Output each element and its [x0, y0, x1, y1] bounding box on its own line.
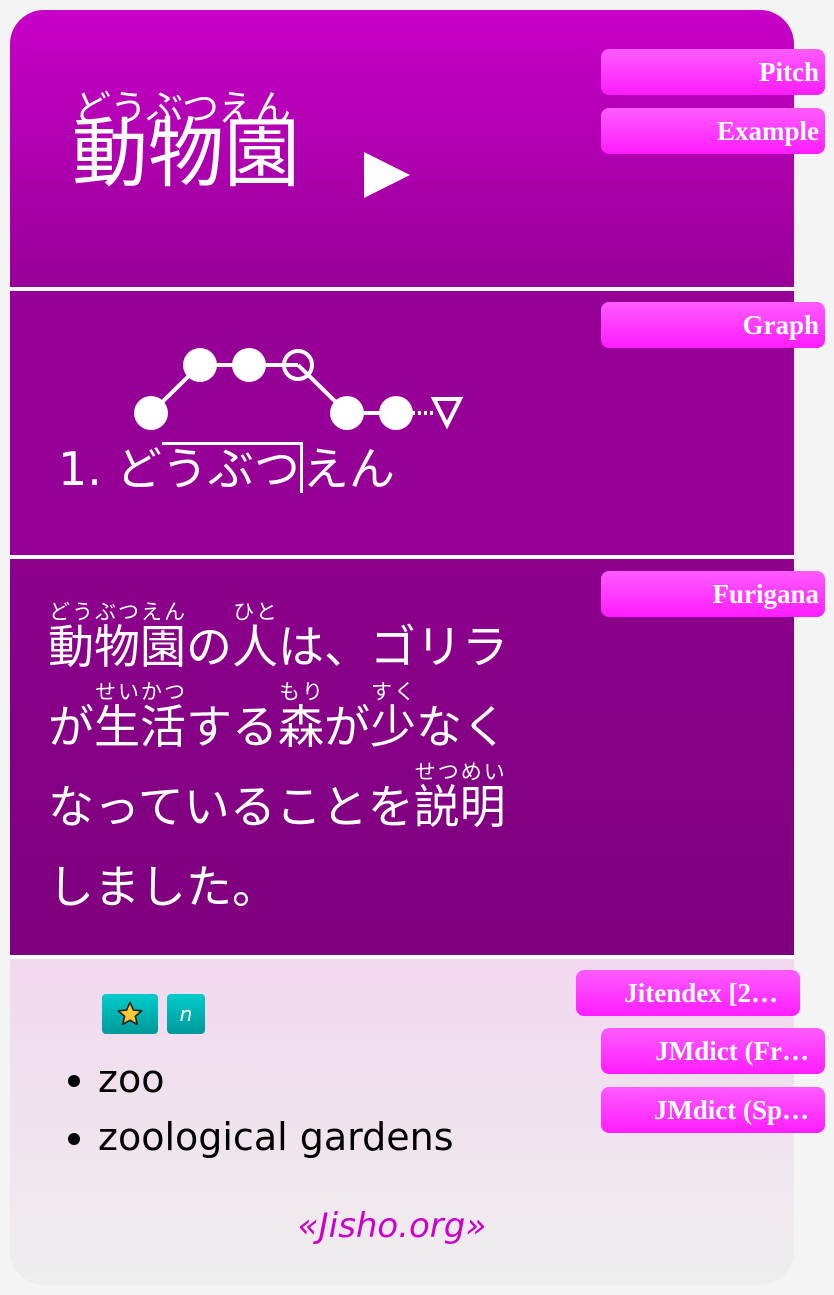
- kanji-base: 森: [278, 700, 324, 754]
- common-word-tag: [102, 994, 158, 1034]
- sentence-text: しました。: [48, 860, 278, 914]
- definition-item: zoological gardens: [98, 1108, 454, 1166]
- kanji-base: 生活: [94, 700, 186, 754]
- pitch-point: [183, 348, 217, 382]
- pitch-button[interactable]: Pitch: [601, 49, 825, 95]
- triangle-down-icon: [430, 397, 464, 430]
- pitch-accent-reading: 1. どうぶつえん: [58, 441, 395, 497]
- furigana-reading: ひと: [232, 600, 278, 624]
- pitch-point: [379, 396, 413, 430]
- jmdict-sp-button[interactable]: JMdict (Sp…: [601, 1087, 825, 1133]
- star-icon: [117, 1001, 143, 1026]
- furigana-word: 森もり: [278, 681, 324, 754]
- play-audio-icon[interactable]: [364, 152, 410, 198]
- furigana-word: 人ひと: [232, 601, 278, 674]
- furigana-reading: せつめい: [413, 760, 506, 784]
- furigana-reading: もり: [278, 680, 324, 704]
- pitch-point: [330, 396, 364, 430]
- jitendex-button[interactable]: Jitendex [2…: [576, 970, 800, 1016]
- pitch-low-end: えん: [302, 442, 395, 496]
- part-of-speech-tag: n: [167, 994, 205, 1034]
- tag-list: n: [102, 994, 205, 1034]
- definition-item: zoo: [98, 1050, 454, 1108]
- furigana-button[interactable]: Furigana: [601, 571, 825, 617]
- pitch-low-start: ど: [115, 442, 162, 496]
- pitch-high-part: うぶつ: [161, 442, 303, 493]
- kanji-base: 人: [232, 620, 278, 674]
- graph-button[interactable]: Graph: [601, 302, 825, 348]
- furigana-reading: どうぶつえん: [48, 600, 186, 624]
- jisho-link[interactable]: «Jisho.org»: [0, 1206, 784, 1246]
- kanji-base: 説明: [413, 780, 506, 834]
- sentence-text: が: [324, 700, 370, 754]
- example-sentence: 動物園どうぶつえんの人ひとは、ゴリラが生活せいかつする森もりが少すくなくなってい…: [48, 600, 528, 927]
- furigana-reading: すく: [370, 680, 416, 704]
- headword: 動物園: [72, 109, 300, 198]
- sentence-text: の: [186, 620, 232, 674]
- furigana-word: 少すく: [370, 681, 416, 754]
- furigana-word: 説明せつめい: [413, 761, 506, 834]
- furigana-word: 生活せいかつ: [94, 681, 186, 754]
- pitch-point: [134, 396, 168, 430]
- sentence-text: する: [186, 700, 278, 754]
- pitch-index: 1.: [58, 442, 102, 496]
- jmdict-fr-button[interactable]: JMdict (Fr…: [601, 1028, 825, 1074]
- definition-list: zoo zoological gardens: [58, 1050, 454, 1166]
- furigana-word: 動物園どうぶつえん: [48, 601, 186, 674]
- kanji-base: 動物園: [48, 620, 186, 674]
- furigana-reading: せいかつ: [94, 680, 186, 704]
- pitch-point: [232, 348, 266, 382]
- kanji-base: 少: [370, 700, 416, 754]
- example-button[interactable]: Example: [601, 108, 825, 154]
